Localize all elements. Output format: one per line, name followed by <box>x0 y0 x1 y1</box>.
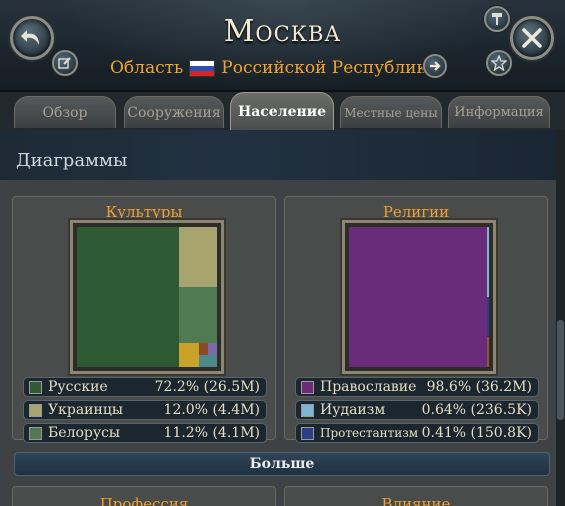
swatch-icon <box>29 426 42 440</box>
religion-name: Православие <box>320 379 417 395</box>
swatch-icon <box>301 426 314 440</box>
content-area: Диаграммы Культуры Русские 72.2% (26.5M)… <box>0 130 556 506</box>
hammer-icon <box>492 13 502 25</box>
swatch-icon <box>301 403 314 417</box>
cultures-treemap[interactable] <box>73 223 221 371</box>
treemap-cell-ukrainians[interactable] <box>179 227 217 287</box>
favorite-button[interactable] <box>486 50 512 76</box>
treemap-cell-other[interactable] <box>487 337 489 367</box>
cultures-title: Культуры <box>105 203 183 221</box>
go-to-state-button[interactable] <box>423 54 447 78</box>
header: Москва Область Российской Республики <box>0 0 565 92</box>
scrollbar-thumb[interactable] <box>557 320 564 420</box>
influence-title: Влияние <box>381 495 451 506</box>
tab-local-prices[interactable]: Местные цены <box>340 96 442 128</box>
religion-value: 0.64% (236.5K) <box>421 402 532 418</box>
tab-overview[interactable]: Обзор <box>14 96 116 128</box>
edit-button[interactable] <box>52 50 78 76</box>
religion-row[interactable]: Протестантизм 0.41% (150.8K) <box>295 423 539 443</box>
treemap-cell-russians[interactable] <box>77 227 179 367</box>
page-title: Москва <box>223 14 342 49</box>
tab-population[interactable]: Население <box>230 92 334 130</box>
treemap-cell-minor-4[interactable] <box>199 355 217 367</box>
tab-bar: Обзор Сооружения Население Местные цены … <box>0 92 565 130</box>
influence-panel: Влияние <box>284 486 548 506</box>
star-icon <box>491 55 507 71</box>
religions-title: Религии <box>382 203 450 221</box>
edit-icon <box>58 57 71 69</box>
religion-value: 0.41% (150.8K) <box>421 425 532 441</box>
religions-treemap[interactable] <box>345 223 493 371</box>
religion-name: Протестантизм <box>320 426 419 440</box>
area-label: Область <box>110 58 184 78</box>
religion-name: Иудаизм <box>320 402 386 418</box>
culture-row[interactable]: Украинцы 12.0% (4.4M) <box>23 400 267 420</box>
section-header: Диаграммы <box>0 130 556 180</box>
republic-link[interactable]: Российской Республики <box>221 58 438 78</box>
culture-row[interactable]: Русские 72.2% (26.5M) <box>23 377 267 397</box>
swatch-icon <box>29 403 42 417</box>
treemap-cell-judaism[interactable] <box>487 227 489 297</box>
religion-row[interactable]: Иудаизм 0.64% (236.5K) <box>295 400 539 420</box>
religion-value: 98.6% (36.2M) <box>426 379 532 395</box>
culture-value: 72.2% (26.5M) <box>154 379 260 395</box>
swatch-icon <box>301 380 314 394</box>
close-icon <box>522 28 542 48</box>
close-button[interactable] <box>510 16 554 60</box>
build-button[interactable] <box>484 6 510 32</box>
culture-value: 11.2% (4.1M) <box>163 425 260 441</box>
culture-name: Русские <box>48 379 108 395</box>
country-flag[interactable] <box>189 59 216 77</box>
culture-name: Украинцы <box>48 402 123 418</box>
treemap-cell-belarusians[interactable] <box>179 287 217 343</box>
subtitle: Область Российской Республики <box>110 56 438 80</box>
professions-panel: Профессия <box>12 486 276 506</box>
swatch-icon <box>29 380 42 394</box>
professions-title: Профессия <box>99 495 189 506</box>
religions-panel: Религии Православие 98.6% (36.2M) Иудаиз… <box>284 196 548 443</box>
section-title: Диаграммы <box>16 150 128 171</box>
culture-row[interactable]: Белорусы 11.2% (4.1M) <box>23 423 267 443</box>
culture-name: Белорусы <box>48 425 121 441</box>
cultures-panel: Культуры Русские 72.2% (26.5M) Украинцы … <box>12 196 276 443</box>
treemap-cell-orthodox[interactable] <box>349 227 487 367</box>
treemap-cell-minor-3[interactable] <box>208 343 217 355</box>
scrollbar[interactable] <box>556 130 565 506</box>
treemap-cell-minor-1[interactable] <box>179 343 199 367</box>
treemap-cell-minor-2[interactable] <box>199 343 208 355</box>
arrow-right-icon <box>430 61 441 71</box>
culture-value: 12.0% (4.4M) <box>163 402 260 418</box>
tab-buildings[interactable]: Сооружения <box>124 96 224 128</box>
religion-row[interactable]: Православие 98.6% (36.2M) <box>295 377 539 397</box>
tab-information[interactable]: Информация <box>448 96 550 128</box>
more-button[interactable]: Больше <box>14 452 550 476</box>
treemap-cell-protestantism[interactable] <box>487 297 489 337</box>
